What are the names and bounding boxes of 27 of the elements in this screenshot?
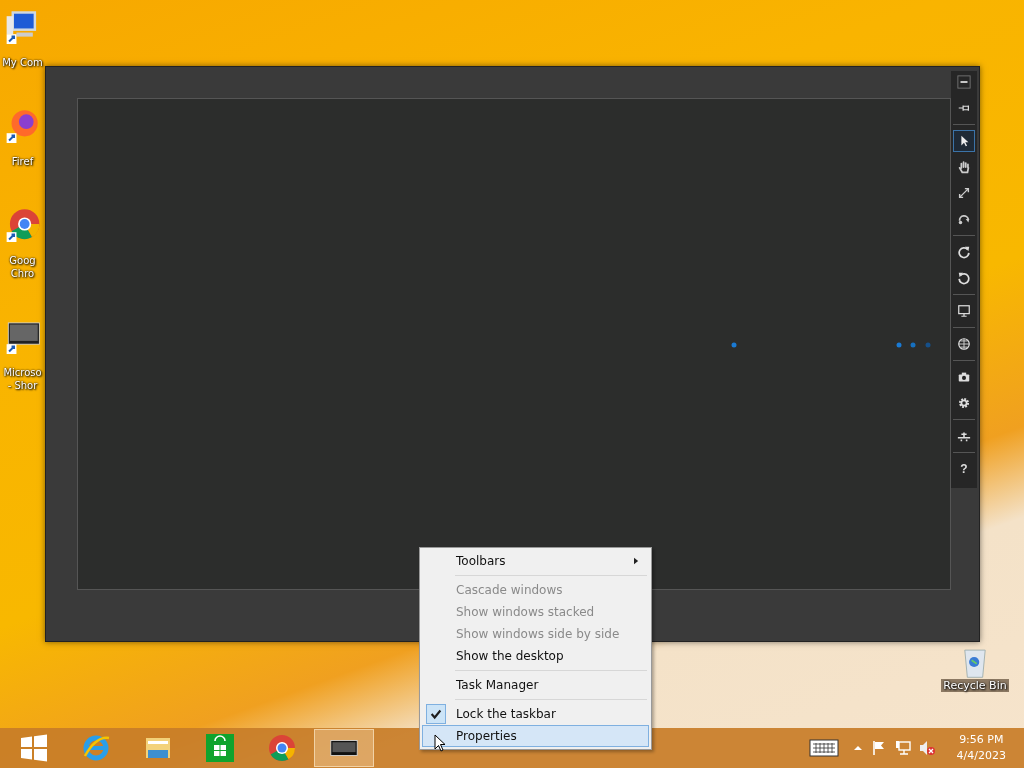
firefox-icon[interactable] (4, 107, 41, 143)
desktop-icon-label[interactable]: - Shor (7, 379, 38, 392)
clock-time[interactable]: 9:56 PM (959, 732, 1004, 748)
desktop-icon-label[interactable]: Goog (9, 254, 36, 267)
help-button[interactable]: ? (953, 458, 975, 480)
desktop-icon-label[interactable]: Firef (11, 155, 34, 168)
monitor-taskbar-icon[interactable] (314, 729, 374, 767)
clock-date[interactable]: 4/4/2023 (956, 748, 1006, 764)
desktop-icon-label[interactable]: Recycle Bin (941, 679, 1009, 692)
chrome-icon[interactable] (4, 206, 41, 242)
desktop-icon-label[interactable]: Chro (10, 267, 35, 280)
menu-item[interactable]: Lock the taskbar (422, 703, 649, 725)
mouse-cursor-icon (434, 734, 446, 752)
menu-item[interactable]: Toolbars (422, 550, 649, 572)
checkmark-icon (426, 704, 446, 724)
menu-item[interactable]: Properties (422, 725, 649, 747)
menu-item[interactable]: Task Manager (422, 674, 649, 696)
keyboard-icon[interactable] (808, 738, 839, 758)
loading-dots-icon (731, 342, 931, 348)
desktop-icon-label[interactable]: Microso (3, 366, 42, 379)
speaker-muted-icon[interactable] (918, 740, 935, 756)
desktop-icon-label[interactable]: My Com (2, 56, 43, 69)
flag-icon[interactable] (870, 740, 887, 756)
show-hidden-icons-arrow-icon[interactable] (852, 743, 863, 753)
pointer-icon[interactable] (953, 130, 975, 152)
submenu-arrow-icon (634, 557, 639, 565)
menu-item[interactable]: Show the desktop (422, 645, 649, 667)
